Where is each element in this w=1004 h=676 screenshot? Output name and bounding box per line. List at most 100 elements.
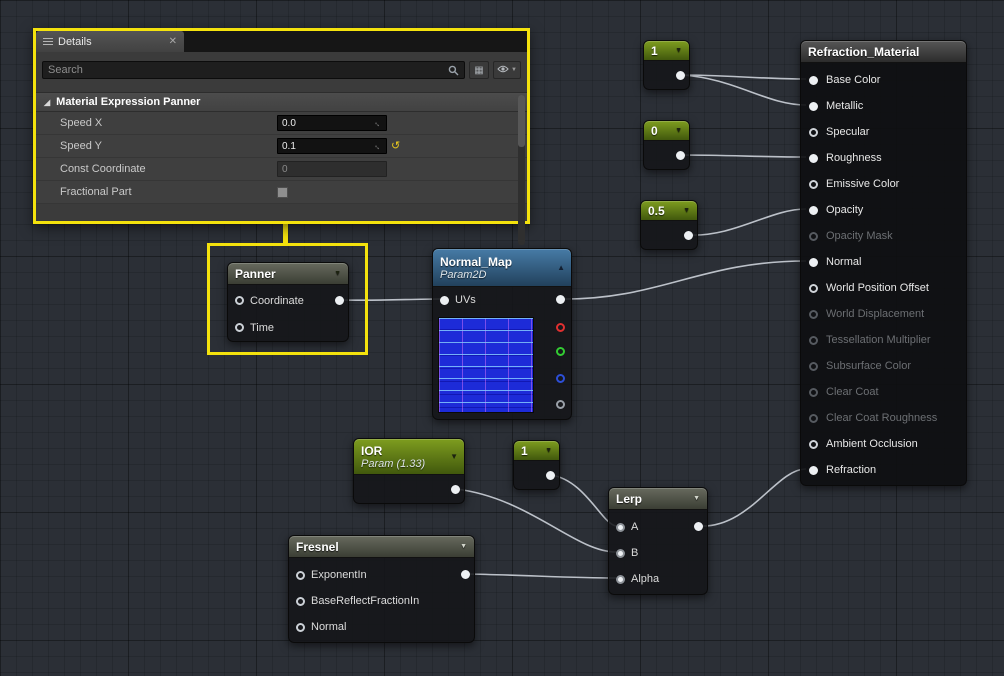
constant-output-pin[interactable]: [676, 71, 685, 80]
pin-uvs[interactable]: UVs: [433, 287, 571, 313]
chevron-down-icon[interactable]: ▼: [460, 543, 467, 550]
pin-circle[interactable]: [809, 257, 818, 267]
pin-time[interactable]: Time: [228, 314, 348, 341]
material-pin-base-color[interactable]: Base Color: [801, 67, 966, 93]
scrollbar-thumb[interactable]: [518, 95, 525, 147]
material-pin-emissive-color[interactable]: Emissive Color: [801, 171, 966, 197]
search-input[interactable]: Search: [42, 61, 465, 79]
ior-output-pin[interactable]: [451, 485, 460, 494]
constant-node-header[interactable]: 0 ▼: [644, 121, 689, 141]
material-pin-opacity-mask[interactable]: Opacity Mask: [801, 223, 966, 249]
input-pin[interactable]: [235, 323, 244, 332]
constant-05-node[interactable]: 0.5 ▼: [640, 200, 698, 250]
constant-node-header[interactable]: 1 ▼: [644, 41, 689, 61]
constant-0-node[interactable]: 0 ▼: [643, 120, 690, 170]
material-pin-clear-coat-roughness[interactable]: Clear Coat Roughness: [801, 405, 966, 431]
details-scrollbar[interactable]: [518, 95, 525, 245]
pin-circle[interactable]: [809, 283, 818, 293]
fresnel-node[interactable]: Fresnel ▼ ExponentIn BaseReflectFraction…: [288, 535, 475, 643]
chevron-down-icon[interactable]: ▼: [675, 47, 682, 54]
speed-x-input[interactable]: 0.0 ↔: [277, 115, 387, 131]
lerp-node[interactable]: Lerp ▼ A B Alpha: [608, 487, 708, 595]
fractional-part-checkbox[interactable]: [277, 186, 288, 198]
lerp-output-pin[interactable]: [694, 522, 703, 531]
constant-1b-node[interactable]: 1 ▼: [513, 440, 560, 490]
input-pin[interactable]: [440, 295, 449, 305]
blue-channel-pin[interactable]: [556, 374, 565, 383]
constant-node-header[interactable]: 0.5 ▼: [641, 201, 697, 221]
drag-handle-icon[interactable]: ↔: [372, 140, 384, 152]
connection-wire[interactable]: [550, 474, 617, 527]
connection-wire[interactable]: [465, 573, 617, 579]
connection-wire[interactable]: [560, 260, 807, 300]
material-pin-specular[interactable]: Specular: [801, 119, 966, 145]
material-pin-subsurface-color[interactable]: Subsurface Color: [801, 353, 966, 379]
pin-alpha[interactable]: Alpha: [609, 566, 707, 592]
connection-wire[interactable]: [699, 468, 807, 527]
pin-normal[interactable]: Normal: [289, 614, 474, 640]
green-channel-pin[interactable]: [556, 347, 565, 356]
material-pin-tessellation-multiplier[interactable]: Tessellation Multiplier: [801, 327, 966, 353]
connection-wire[interactable]: [680, 154, 807, 158]
connection-wire[interactable]: [340, 298, 442, 302]
fresnel-output-pin[interactable]: [461, 570, 470, 579]
pin-coordinate[interactable]: Coordinate: [228, 287, 348, 314]
material-pin-ambient-occlusion[interactable]: Ambient Occlusion: [801, 431, 966, 457]
constant-output-pin[interactable]: [684, 231, 693, 240]
reset-to-default-icon[interactable]: ↺: [391, 140, 400, 152]
constant-output-pin[interactable]: [546, 471, 555, 480]
material-result-node[interactable]: Refraction_Material Base Color Metallic …: [800, 40, 967, 486]
drag-handle-icon[interactable]: ↔: [372, 117, 384, 129]
constant-1-node[interactable]: 1 ▼: [643, 40, 690, 90]
pin-circle[interactable]: [809, 179, 818, 189]
chevron-down-icon[interactable]: ▼: [675, 127, 682, 134]
material-node-header[interactable]: Refraction_Material: [801, 41, 966, 63]
pin-circle[interactable]: [809, 309, 818, 319]
material-pin-world-position-offset[interactable]: World Position Offset: [801, 275, 966, 301]
input-pin[interactable]: [296, 596, 305, 606]
material-pin-normal[interactable]: Normal: [801, 249, 966, 275]
input-pin[interactable]: [235, 296, 244, 305]
panner-output-pin[interactable]: [335, 296, 344, 305]
lerp-node-header[interactable]: Lerp ▼: [609, 488, 707, 510]
ior-node-header[interactable]: IOR Param (1.33) ▼: [354, 439, 464, 475]
connection-wire[interactable]: [688, 208, 807, 236]
pin-circle[interactable]: [809, 127, 818, 137]
constant-output-pin[interactable]: [676, 151, 685, 160]
chevron-down-icon[interactable]: ▼: [334, 270, 341, 277]
normal-map-node-header[interactable]: Normal_Map Param2D ▲: [433, 249, 571, 287]
input-pin[interactable]: [616, 574, 625, 584]
section-header-material-expression-panner[interactable]: ◢ Material Expression Panner: [36, 92, 527, 112]
pin-circle[interactable]: [809, 439, 818, 449]
chevron-down-icon[interactable]: ▼: [450, 452, 458, 461]
normal-map-node[interactable]: Normal_Map Param2D ▲ UVs: [432, 248, 572, 420]
pin-circle[interactable]: [809, 413, 818, 423]
alpha-channel-pin[interactable]: [556, 400, 565, 409]
pin-circle[interactable]: [809, 153, 818, 163]
tab-details[interactable]: Details ✕: [36, 31, 184, 52]
close-icon[interactable]: ✕: [169, 36, 177, 47]
input-pin[interactable]: [296, 622, 305, 632]
pin-circle[interactable]: [809, 361, 818, 371]
connection-wire[interactable]: [455, 488, 617, 553]
input-pin[interactable]: [616, 548, 625, 558]
pin-circle[interactable]: [809, 205, 818, 215]
pin-circle[interactable]: [809, 387, 818, 397]
pin-circle[interactable]: [809, 101, 818, 111]
pin-exponentin[interactable]: ExponentIn: [289, 562, 474, 588]
input-pin[interactable]: [296, 570, 305, 580]
rgb-output-pin[interactable]: [556, 295, 565, 304]
view-options-button[interactable]: ▦: [469, 61, 489, 79]
pin-circle[interactable]: [809, 231, 818, 241]
material-pin-opacity[interactable]: Opacity: [801, 197, 966, 223]
speed-y-input[interactable]: 0.1 ↔: [277, 138, 387, 154]
fresnel-node-header[interactable]: Fresnel ▼: [289, 536, 474, 558]
chevron-down-icon[interactable]: ▼: [693, 495, 700, 502]
material-pin-metallic[interactable]: Metallic: [801, 93, 966, 119]
pin-b[interactable]: B: [609, 540, 707, 566]
ior-node[interactable]: IOR Param (1.33) ▼: [353, 438, 465, 504]
pin-circle[interactable]: [809, 75, 818, 85]
pin-circle[interactable]: [809, 465, 818, 475]
chevron-down-icon[interactable]: ▼: [545, 447, 552, 454]
material-pin-clear-coat[interactable]: Clear Coat: [801, 379, 966, 405]
